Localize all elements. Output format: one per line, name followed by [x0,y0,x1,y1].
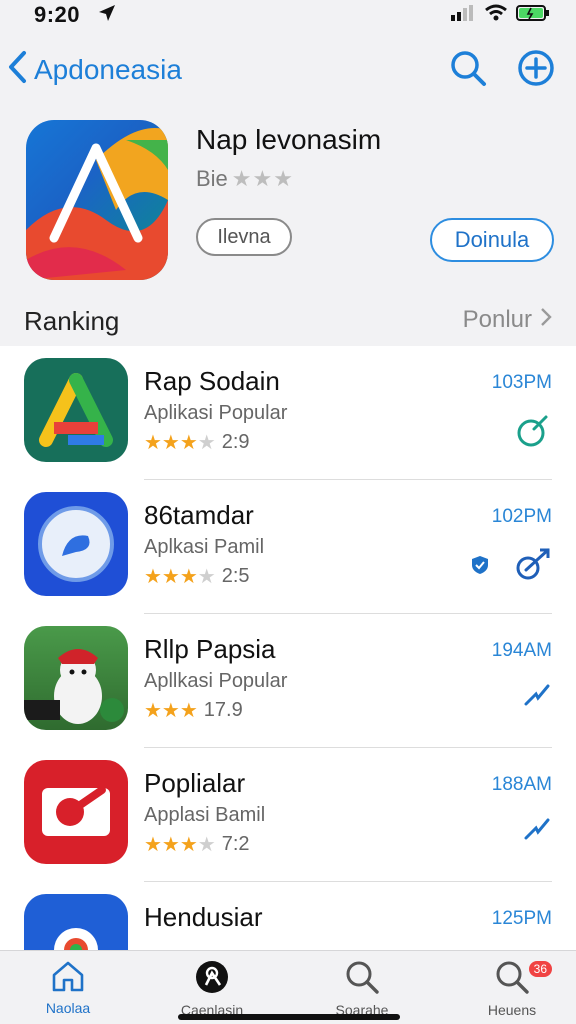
app-icon [24,894,128,950]
signal-icon [450,4,476,27]
status-time: 9:20 [34,2,81,27]
app-name: Rap Sodain [144,366,280,396]
home-indicator [178,1014,400,1020]
wifi-icon [484,4,508,27]
full-stars: ★★★ [144,566,198,588]
verified-icon [472,556,488,574]
app-icon [24,760,128,864]
list-item[interactable]: 86tamdar Aplkasi Pamil ★★★★ 2:5 102PM [0,480,576,614]
add-icon[interactable] [516,48,556,93]
app-time: 102PM [491,506,552,527]
see-all-link[interactable]: Ponlur [463,306,552,334]
tab-label: Heuens [487,1002,537,1018]
app-rating: ★★★★ 7:2 [144,832,250,857]
tab-search[interactable]: Soarahe [302,959,422,1018]
app-name: Poplialar [144,768,246,798]
secondary-button[interactable]: Ilevna [196,218,292,256]
rating-stars: ★★★★ [144,832,216,857]
tab-home[interactable]: Naolaa [8,959,128,1016]
download-button[interactable]: Doinula [430,218,554,262]
search-icon[interactable] [448,48,488,93]
rating-stars: ★★★ [144,698,198,723]
app-name: 86tamdar [144,500,254,530]
app-category: Aplkasi Pamil [144,536,265,558]
full-stars: ★★★ [144,432,198,454]
app-name: Hendusiar [144,902,263,932]
app-time: 188AM [491,774,552,795]
app-icon [24,492,128,596]
tab-bar: Naolaa Caenlasin Soarahe 36 Heuens [0,950,576,1024]
list-item[interactable]: Rap Sodain Aplikasi Popular ★★★★ 2:9 103… [0,346,576,480]
full-stars: ★★★ [144,700,198,722]
featured-rating-stars: ★★★ [231,166,294,191]
chevron-left-icon [6,50,28,89]
featured-app-icon[interactable] [26,120,168,280]
battery-icon [516,4,550,27]
back-label: Apdoneasia [34,53,182,85]
notifications-icon [494,961,530,999]
app-icon [24,626,128,730]
status-icons [450,4,550,27]
rating-stars: ★★★★ [144,430,216,455]
search-icon [344,961,380,999]
app-name: Rllp Papsia [144,634,276,664]
app-rating: ★★★★ 2:5 [144,564,250,589]
status-bar: 9:20 [0,0,576,30]
rating-value: 2:9 [221,431,250,453]
full-stars: ★★★ [144,834,198,856]
trend-icon[interactable] [522,680,552,715]
rating-value: 2:5 [221,565,250,587]
list-item[interactable]: Rllp Papsia Apllkasi Popular ★★★ 17.9 19… [0,614,576,748]
featured-app-developer: Bie [196,166,228,191]
app-time: 125PM [491,908,552,929]
app-rating: ★★★★ 2:9 [144,430,250,455]
rating-stars: ★★★★ [144,564,216,589]
tab-profile[interactable]: Caenlasin [152,959,272,1018]
location-arrow-icon [96,2,118,29]
app-icon [24,358,128,462]
bell-icon[interactable] [514,412,552,455]
empty-star: ★ [197,432,216,454]
app-time: 194AM [491,640,552,661]
rating-value: 17.9 [203,699,243,721]
section-title: Ranking [24,306,120,336]
back-button[interactable]: Apdoneasia [6,50,182,89]
chevron-right-icon [540,306,552,334]
tab-label: Naolaa [45,1000,91,1016]
profile-icon [194,961,230,999]
app-category: Apllkasi Popular [144,670,288,692]
featured-app-title: Nap levonasim [196,124,382,155]
featured-app-subtitle: Bie ★★★ [196,166,294,192]
list-item[interactable]: Poplialar Applasi Bamil ★★★★ 7:2 188AM [0,748,576,882]
list-item[interactable]: Hendusiar 125PM [0,882,576,950]
empty-star: ★ [197,834,216,856]
empty-star: ★ [197,566,216,588]
share-icon[interactable] [470,546,552,584]
app-time: 103PM [491,372,552,393]
nav-bar: Apdoneasia [0,40,576,96]
app-rating: ★★★ 17.9 [144,698,243,723]
notification-badge: 36 [528,961,552,977]
trend-icon[interactable] [522,814,552,849]
app-category: Aplikasi Popular [144,402,288,424]
app-list: Rap Sodain Aplikasi Popular ★★★★ 2:9 103… [0,346,576,950]
app-category: Applasi Bamil [144,804,266,826]
home-icon [50,961,86,997]
tab-notifications[interactable]: 36 Heuens [452,959,572,1018]
rating-value: 7:2 [221,833,250,855]
see-all-label: Ponlur [462,306,532,333]
